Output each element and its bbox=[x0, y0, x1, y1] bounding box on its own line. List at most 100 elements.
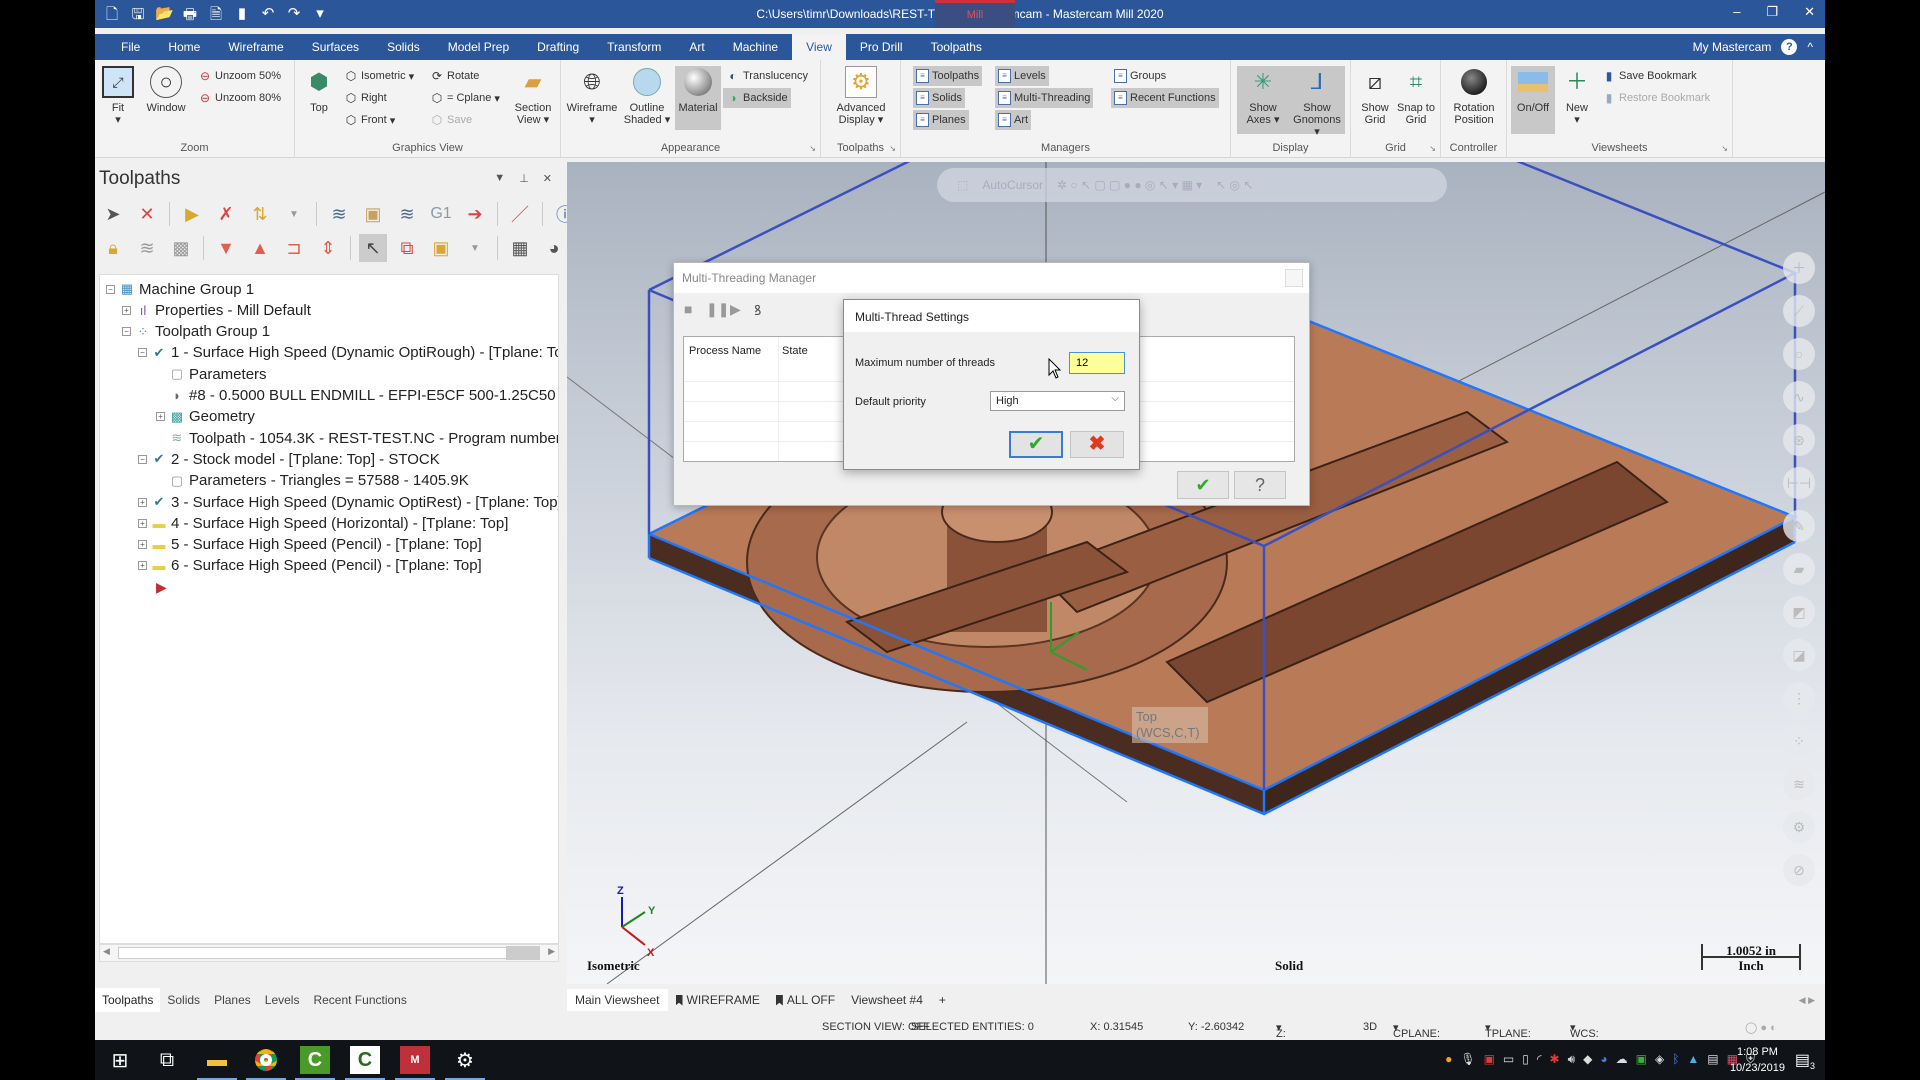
restore-button[interactable]: ❐ bbox=[1766, 4, 1778, 20]
tab-machine[interactable]: Machine bbox=[719, 34, 792, 60]
help-icon[interactable]: ? bbox=[1781, 39, 1798, 55]
mask-surface-icon[interactable]: ⊛ bbox=[1783, 424, 1815, 456]
settings-cancel-button[interactable]: ✖ bbox=[1070, 431, 1124, 458]
verify-icon[interactable]: ▣ bbox=[359, 200, 387, 228]
cplane-button[interactable]: ⬡ = Cplane ▾ bbox=[427, 88, 503, 108]
tree-item[interactable]: + ▬ 4 - Surface High Speed (Horizontal) - … bbox=[138, 513, 508, 533]
backplot-icon[interactable]: ≋ bbox=[325, 200, 353, 228]
mastercam-2020-app[interactable]: M bbox=[400, 1046, 430, 1074]
scroll-left-icon[interactable]: ◀ bbox=[103, 946, 110, 957]
tray-app-icon[interactable]: ◕ bbox=[1600, 1052, 1607, 1067]
tab-wireframe[interactable]: Wireframe bbox=[214, 34, 297, 60]
manager-multi-threading[interactable]: ≡ Multi-Threading bbox=[995, 88, 1094, 108]
stock-simulation-icon[interactable]: ≋ bbox=[393, 200, 421, 228]
tab-home[interactable]: Home bbox=[154, 34, 214, 60]
wireframe-button[interactable]: 🌐︎ Wireframe ▾ bbox=[565, 66, 619, 127]
selection-display-icon[interactable]: ↖ bbox=[359, 234, 387, 262]
top-view-button[interactable]: ⬢ Top bbox=[301, 66, 337, 115]
minimize-button[interactable]: – bbox=[1733, 4, 1740, 20]
advanced-display-button[interactable]: ⚙ Advanced Display ▾ bbox=[831, 66, 891, 126]
column-process-name[interactable]: Process Name bbox=[689, 345, 761, 357]
mask-solid-face-icon[interactable]: ✎ bbox=[1783, 510, 1815, 542]
tree-item[interactable]: ≋ Toolpath - 1054.3K - REST-TEST.NC - Pro… bbox=[156, 428, 558, 448]
tree-horizontal-scrollbar[interactable]: ◀ ▶ bbox=[99, 944, 559, 962]
autocursor-icon[interactable]: ⬚ bbox=[957, 178, 968, 192]
panel-close-icon[interactable]: ✕ bbox=[543, 172, 552, 185]
bluetooth-icon[interactable]: ᛒ bbox=[1672, 1052, 1679, 1067]
ghost-icon[interactable]: ▩ bbox=[167, 234, 195, 262]
mask-line-icon[interactable]: ⟋ bbox=[1783, 295, 1815, 327]
translucency-button[interactable]: ◐ Translucency bbox=[723, 66, 811, 86]
tray-app-icon[interactable]: ◈ bbox=[1655, 1052, 1664, 1067]
collapse-icon[interactable]: − bbox=[122, 327, 131, 337]
tray-app-icon[interactable]: ◆ bbox=[1583, 1052, 1592, 1067]
selection-tools-icon[interactable]: ↖ ◎ ↖ bbox=[1216, 178, 1253, 192]
panel-menu-icon[interactable]: ▼ bbox=[494, 172, 505, 185]
viewsheet-tab-wireframe[interactable]: WIREFRAME bbox=[668, 989, 768, 1011]
scroll-thumb[interactable] bbox=[506, 946, 540, 960]
file-explorer-app[interactable]: ▬ bbox=[202, 1046, 232, 1074]
snap-to-grid-button[interactable]: ⌗ Snap to Grid bbox=[1395, 66, 1437, 127]
tab-solids[interactable]: Solids bbox=[373, 34, 434, 60]
clear-mask-icon[interactable]: ⊘ bbox=[1783, 854, 1815, 886]
expand-icon[interactable]: + bbox=[138, 497, 147, 507]
column-state[interactable]: State bbox=[782, 345, 808, 357]
manager-groups[interactable]: ≡ Groups bbox=[1111, 66, 1169, 86]
play-icon[interactable]: ▶ bbox=[730, 301, 741, 318]
mask-dimension-icon[interactable]: ⊢⊣ bbox=[1783, 467, 1815, 499]
tree-item[interactable]: − ✔ 2 - Stock model - [Tplane: Top] - STOC… bbox=[138, 449, 440, 469]
overlap-icon[interactable]: ⧉ bbox=[393, 234, 421, 262]
tree-item[interactable]: ▢ Parameters - Triangles = 57588 - 1405.9… bbox=[156, 471, 469, 491]
pause-icon[interactable]: ❚❚ bbox=[706, 301, 729, 318]
settings-ok-button[interactable]: ✔ bbox=[1009, 431, 1063, 458]
edit-icon[interactable]: ／ bbox=[506, 200, 534, 228]
viewsheets-on-off-button[interactable]: On/Off bbox=[1511, 66, 1555, 134]
tray-app-icon[interactable]: ● bbox=[1445, 1052, 1452, 1067]
tab-toolpaths[interactable]: Toolpaths bbox=[917, 34, 996, 60]
backside-button[interactable]: ◑ Backside bbox=[723, 88, 791, 108]
camtasia-recorder-app[interactable]: C bbox=[300, 1046, 330, 1074]
max-threads-input[interactable] bbox=[1069, 352, 1125, 374]
usb-icon[interactable]: ▯ bbox=[1522, 1052, 1529, 1067]
scroll-right-icon[interactable]: ▶ bbox=[548, 946, 555, 957]
manager-tab-levels[interactable]: Levels bbox=[258, 988, 307, 1012]
insert-arrow-icon[interactable]: ⊐ bbox=[280, 234, 308, 262]
move-down-icon[interactable]: ▼ bbox=[212, 234, 240, 262]
manager-art[interactable]: ≡ Art bbox=[995, 110, 1032, 130]
chrome-app[interactable] bbox=[251, 1046, 281, 1074]
wcs-edit-icon[interactable]: ◕ bbox=[540, 234, 568, 262]
outline-shaded-button[interactable]: Outline Shaded ▾ bbox=[621, 66, 673, 126]
snap-icon[interactable]: ✲ ○ ↖ ▢ ▢ ● ● ◎ ↖ ▾ ▦ ▾ bbox=[1057, 178, 1202, 192]
front-view-button[interactable]: ⬡ Front ▾ bbox=[341, 110, 398, 130]
wifi-icon[interactable]: ◜ bbox=[1537, 1052, 1542, 1067]
tray-app-icon[interactable]: ▭ bbox=[1503, 1052, 1514, 1067]
manager-planes[interactable]: ≡ Planes bbox=[913, 110, 969, 130]
dialog-launcher-icon[interactable]: ↘ bbox=[889, 144, 896, 153]
dialog-close-button[interactable] bbox=[1285, 269, 1303, 287]
my-mastercam-link[interactable]: My Mastercam bbox=[1693, 40, 1772, 54]
add-viewsheet-button[interactable]: + bbox=[931, 989, 954, 1011]
tray-app-icon[interactable]: ▣ bbox=[1484, 1052, 1495, 1067]
expand-collapse-icon[interactable]: ⇕ bbox=[314, 234, 342, 262]
volume-icon[interactable]: 🔊︎ bbox=[1568, 1052, 1576, 1067]
window-zoom-button[interactable]: ○ Window bbox=[143, 66, 189, 114]
tray-app-icon[interactable]: ▣ bbox=[1636, 1052, 1647, 1067]
manager-levels[interactable]: ≡ Levels bbox=[995, 66, 1049, 86]
right-view-button[interactable]: ⬡ Right bbox=[341, 88, 390, 108]
select-all-operations-icon[interactable]: ➤ bbox=[99, 200, 127, 228]
tab-model-prep[interactable]: Model Prep bbox=[434, 34, 523, 60]
camtasia-editor-app[interactable]: C bbox=[350, 1046, 380, 1074]
mask-spline-icon[interactable]: ∿ bbox=[1783, 381, 1815, 413]
tree-item[interactable]: − ▦ Machine Group 1 bbox=[106, 279, 254, 299]
tab-transform[interactable]: Transform bbox=[593, 34, 675, 60]
manager-tab-planes[interactable]: Planes bbox=[207, 988, 258, 1012]
lock-icon[interactable]: 🔒︎ bbox=[99, 234, 127, 262]
dropdown-icon[interactable]: ▼ bbox=[461, 234, 489, 262]
wcs-dropdown[interactable]: WCS: TOP ▾ bbox=[1570, 1021, 1599, 1052]
expand-icon[interactable]: + bbox=[138, 540, 147, 550]
start-button[interactable]: ⊞ bbox=[105, 1046, 135, 1074]
tplane-dropdown[interactable]: TPLANE: TOP ▾ bbox=[1485, 1021, 1531, 1052]
2d-3d-toggle[interactable]: 3D bbox=[1363, 1021, 1377, 1033]
viewsheet-tab-4[interactable]: Viewsheet #4 bbox=[843, 989, 931, 1011]
tree-item[interactable]: + ıl Properties - Mill Default bbox=[122, 300, 311, 320]
